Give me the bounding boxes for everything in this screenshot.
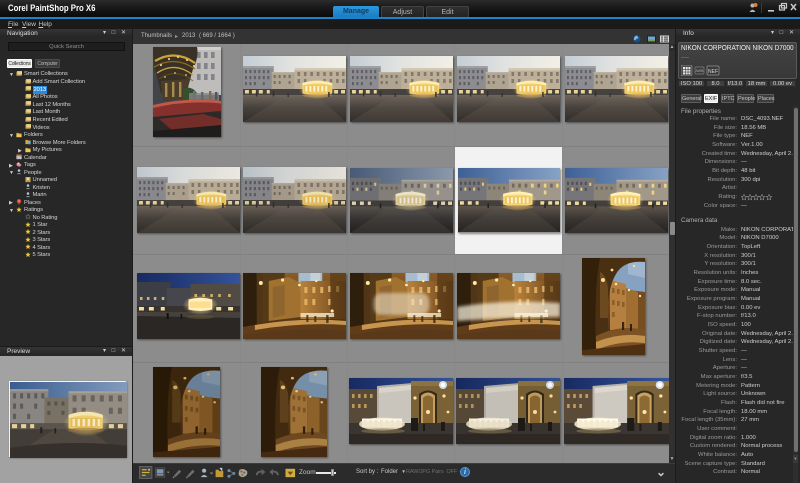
svg-text:AWB: AWB <box>695 69 704 73</box>
svg-text:NEF: NEF <box>708 69 718 75</box>
